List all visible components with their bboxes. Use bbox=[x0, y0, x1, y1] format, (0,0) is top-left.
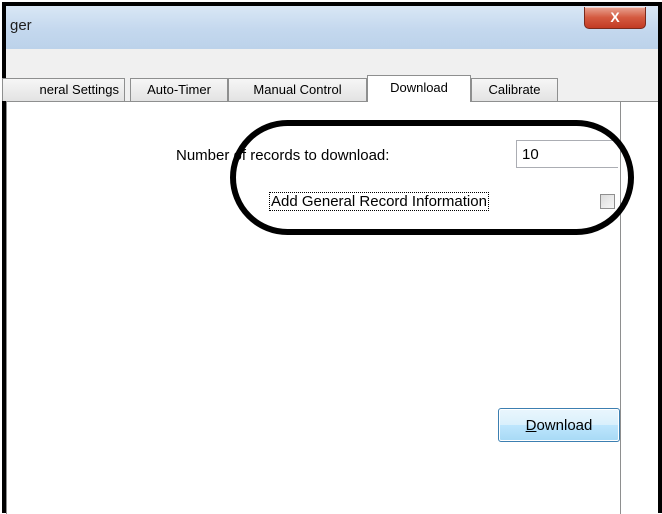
tab-calibrate[interactable]: Calibrate bbox=[471, 78, 558, 101]
tab-strip: neral Settings Auto-Timer Manual Control… bbox=[2, 75, 658, 102]
window-title: ger bbox=[10, 17, 32, 34]
records-count-input[interactable] bbox=[516, 140, 618, 168]
records-count-label: Number of records to download: bbox=[176, 147, 390, 164]
close-icon: X bbox=[610, 9, 620, 25]
tab-auto-timer[interactable]: Auto-Timer bbox=[130, 78, 228, 101]
download-button[interactable]: Download bbox=[498, 408, 620, 442]
page-border-right bbox=[620, 102, 621, 514]
dialog-client-area: neral Settings Auto-Timer Manual Control… bbox=[2, 49, 658, 514]
page-border-left bbox=[6, 102, 7, 514]
app-window: ger X neral Settings Auto-Timer Manual C… bbox=[2, 2, 662, 514]
download-button-label: ownload bbox=[536, 416, 593, 434]
add-general-record-info-checkbox[interactable] bbox=[600, 194, 615, 209]
close-button[interactable]: X bbox=[584, 7, 646, 29]
download-tab-page: Number of records to download: Add Gener… bbox=[6, 101, 658, 514]
tab-manual-control[interactable]: Manual Control bbox=[228, 78, 367, 101]
tab-download[interactable]: Download bbox=[367, 75, 471, 102]
add-general-record-info-label[interactable]: Add General Record Information bbox=[269, 192, 489, 211]
download-button-mnemonic: D bbox=[525, 416, 537, 434]
title-bar[interactable]: ger X bbox=[6, 6, 658, 49]
tab-general-settings[interactable]: neral Settings bbox=[2, 78, 125, 101]
